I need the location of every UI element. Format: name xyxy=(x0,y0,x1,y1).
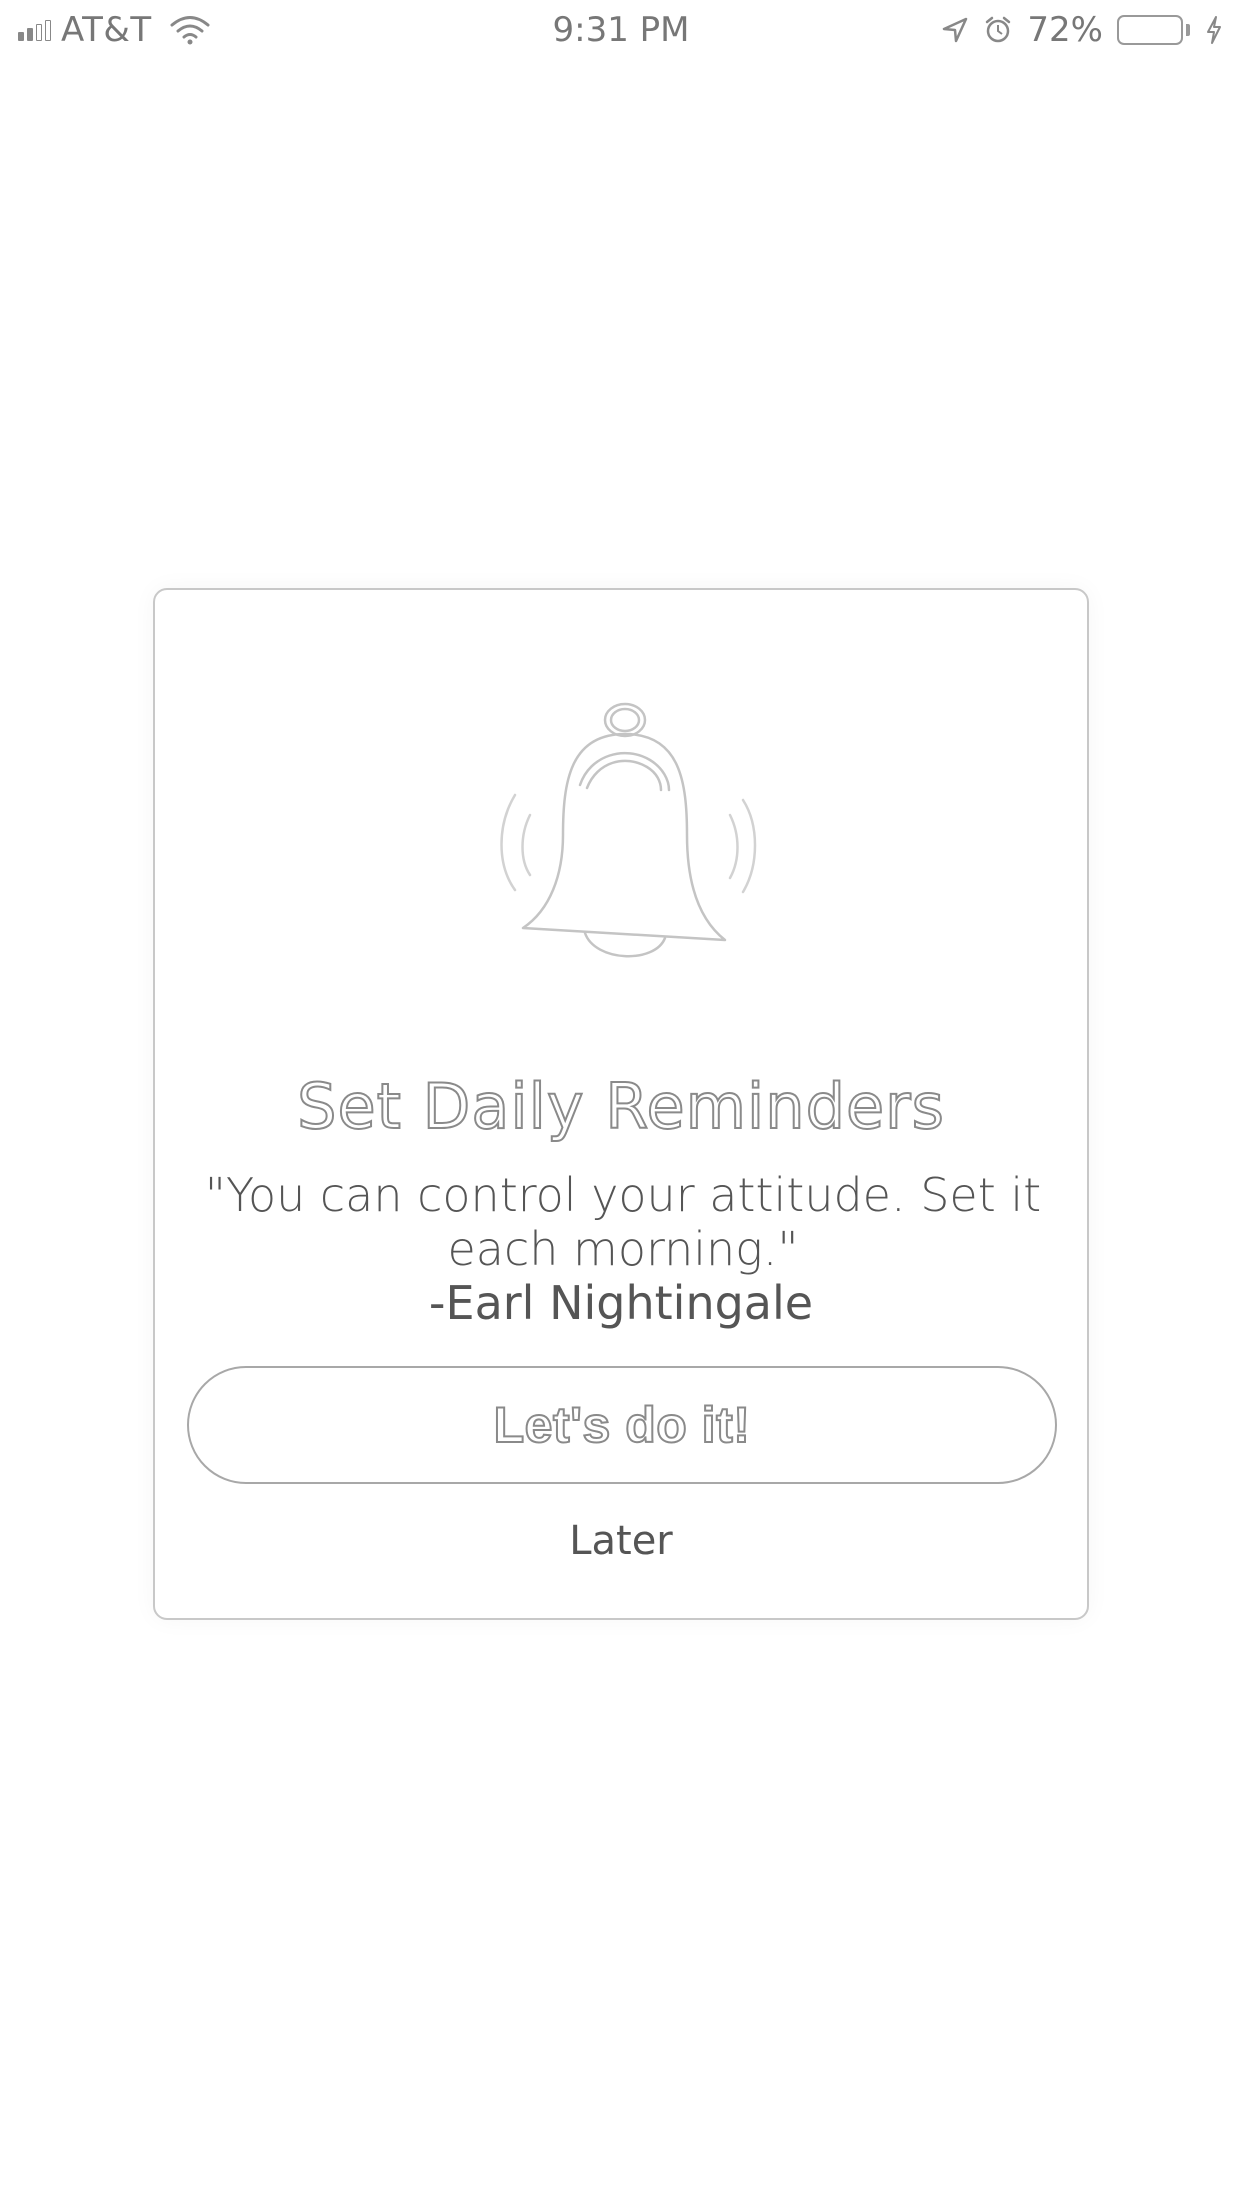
battery-percent: 72% xyxy=(1027,10,1103,50)
status-bar: AT&T 9:31 PM 72% xyxy=(0,0,1242,60)
later-button[interactable]: Later xyxy=(155,1518,1087,1564)
status-bar-right: 72% xyxy=(941,10,1224,50)
location-icon xyxy=(943,17,968,43)
lets-do-it-button[interactable]: Let's do it! xyxy=(187,1366,1057,1484)
reminder-modal: Set Daily Reminders "You can control you… xyxy=(153,588,1089,1620)
alarm-icon xyxy=(986,16,1011,43)
quote-author: -Earl Nightingale xyxy=(428,1276,814,1330)
quote-text: "You can control your attitude. Set it e… xyxy=(204,1168,1042,1276)
modal-title: Set Daily Reminders xyxy=(296,1069,945,1144)
bell-icon xyxy=(500,702,757,958)
charging-icon xyxy=(1207,16,1221,44)
lets-do-it-label: Let's do it! xyxy=(493,1396,751,1454)
battery-icon xyxy=(1117,15,1183,45)
